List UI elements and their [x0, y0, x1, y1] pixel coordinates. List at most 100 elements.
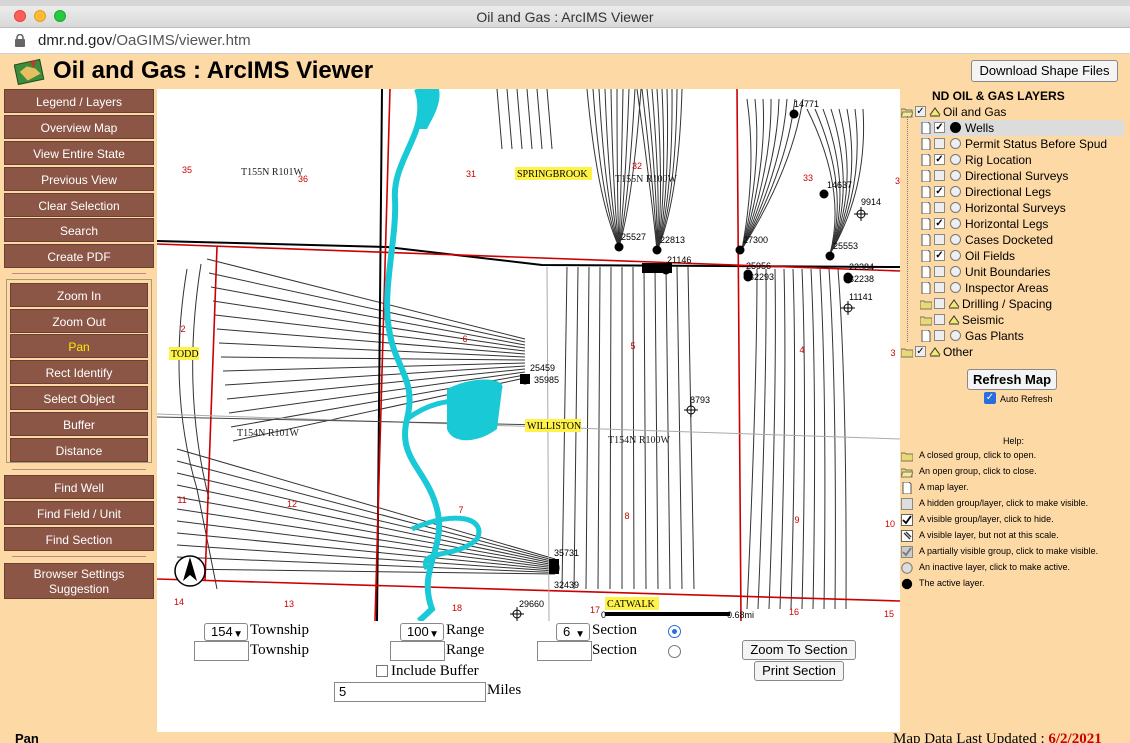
layer-active-radio[interactable]	[950, 250, 961, 261]
search-button[interactable]: Search	[4, 218, 154, 242]
layer-row-seismic[interactable]: Seismic	[919, 312, 1124, 328]
buffer-button[interactable]: Buffer	[10, 412, 148, 436]
layer-row-drilling-spacing[interactable]: Drilling / Spacing	[919, 296, 1124, 312]
legend-layers-button[interactable]: Legend / Layers	[4, 89, 154, 113]
layer-visibility-checkbox[interactable]	[934, 138, 945, 149]
layer-visibility-checkbox[interactable]: ✓	[934, 218, 945, 229]
refresh-map-button[interactable]: Refresh Map	[967, 369, 1057, 390]
section-select-radio[interactable]	[668, 625, 681, 638]
previous-view-button[interactable]: Previous View	[4, 167, 154, 191]
section-number: 31	[466, 169, 476, 179]
range-label: Range	[446, 622, 485, 638]
layer-row-oil-fields[interactable]: ✓ Oil Fields	[920, 248, 1124, 264]
layer-row-horizontal-surveys[interactable]: Horizontal Surveys	[920, 200, 1124, 216]
select-object-button[interactable]: Select Object	[10, 386, 148, 410]
group-visibility-checkbox[interactable]	[934, 298, 945, 309]
layer-active-radio[interactable]	[950, 170, 961, 181]
layer-active-radio[interactable]	[950, 154, 961, 165]
layer-visibility-checkbox[interactable]: ✓	[934, 186, 945, 197]
layer-active-radio[interactable]	[950, 202, 961, 213]
layer-row-gas-plants[interactable]: Gas Plants	[920, 328, 1124, 344]
view-entire-state-button[interactable]: View Entire State	[4, 141, 154, 165]
group-visibility-checkbox[interactable]	[934, 314, 945, 325]
range-text-input[interactable]	[390, 641, 445, 661]
zoom-out-button[interactable]: Zoom Out	[10, 309, 148, 333]
township-text-input[interactable]	[194, 641, 249, 661]
print-section-button[interactable]: Print Section	[754, 661, 844, 681]
find-well-button[interactable]: Find Well	[4, 475, 154, 499]
zoom-in-button[interactable]: Zoom In	[10, 283, 148, 307]
section-number: 32	[632, 161, 642, 171]
range-select[interactable]: 100 ▼	[400, 623, 444, 641]
layer-active-radio[interactable]	[950, 122, 961, 133]
layer-row-cases-docketed[interactable]: Cases Docketed	[920, 232, 1124, 248]
map-canvas[interactable]: 35363132333426543111278910141318171615T1…	[157, 89, 900, 621]
section-number: 16	[789, 607, 799, 617]
clear-selection-button[interactable]: Clear Selection	[4, 193, 154, 217]
zoom-to-section-button[interactable]: Zoom To Section	[742, 640, 856, 660]
layer-row-rig-location[interactable]: ✓ Rig Location	[920, 152, 1124, 168]
miles-label: Miles	[487, 682, 522, 698]
layer-visibility-checkbox[interactable]	[934, 234, 945, 245]
layer-visibility-checkbox[interactable]	[934, 282, 945, 293]
rect-identify-button[interactable]: Rect Identify	[10, 360, 148, 384]
folder-icon[interactable]	[919, 298, 933, 310]
layer-visibility-checkbox[interactable]	[934, 266, 945, 277]
horizontal-leg-line	[654, 266, 659, 590]
layer-active-radio[interactable]	[950, 186, 961, 197]
layer-visibility-checkbox[interactable]: ✓	[934, 250, 945, 261]
horizontal-leg-line	[616, 89, 620, 248]
layer-row-unit-boundaries[interactable]: Unit Boundaries	[920, 264, 1124, 280]
well-label: 22813	[660, 235, 685, 245]
layer-row-horizontal-legs[interactable]: ✓ Horizontal Legs	[920, 216, 1124, 232]
layer-row-other[interactable]: ✓ Other	[900, 344, 1124, 360]
create-pdf-button[interactable]: Create PDF	[4, 244, 154, 268]
group-visibility-checkbox[interactable]: ✓	[915, 106, 926, 117]
layer-active-radio[interactable]	[950, 138, 961, 149]
layer-row-inspector-areas[interactable]: Inspector Areas	[920, 280, 1124, 296]
find-section-button[interactable]: Find Section	[4, 527, 154, 551]
layer-row-directional-surveys[interactable]: Directional Surveys	[920, 168, 1124, 184]
layer-visibility-checkbox[interactable]	[934, 330, 945, 341]
group-visibility-checkbox[interactable]: ✓	[915, 346, 926, 357]
horizontal-leg-line	[597, 266, 601, 590]
include-buffer-label: Include Buffer	[391, 663, 479, 679]
find-field-unit-button[interactable]: Find Field / Unit	[4, 501, 154, 525]
layer-active-radio[interactable]	[950, 282, 961, 293]
layer-visibility-checkbox[interactable]: ✓	[934, 122, 945, 133]
layer-active-radio[interactable]	[950, 234, 961, 245]
layer-row-wells[interactable]: ✓ Wells	[920, 120, 1124, 136]
well-dot	[825, 251, 835, 261]
map-svg[interactable]: 35363132333426543111278910141318171615T1…	[157, 89, 900, 621]
pan-button[interactable]: Pan	[10, 334, 148, 358]
download-shape-files-button[interactable]: Download Shape Files	[971, 60, 1118, 82]
layer-row-permit-status-before-spud[interactable]: Permit Status Before Spud	[920, 136, 1124, 152]
app-title: Oil and Gas : ArcIMS Viewer	[53, 57, 374, 84]
address-bar[interactable]: dmr.nd.gov/OaGIMS/viewer.htm	[0, 28, 1130, 54]
layer-visibility-checkbox[interactable]	[934, 202, 945, 213]
township-select[interactable]: 154 ▼	[204, 623, 248, 641]
help-text: A closed group, click to open.	[919, 450, 1037, 460]
folder-icon[interactable]	[900, 346, 914, 358]
section-text-input[interactable]	[537, 641, 592, 661]
layer-row-directional-legs[interactable]: ✓ Directional Legs	[920, 184, 1124, 200]
section-text-radio[interactable]	[668, 645, 681, 658]
layer-visibility-checkbox[interactable]: ✓	[934, 154, 945, 165]
folder-icon[interactable]	[919, 314, 933, 326]
buffer-miles-input[interactable]: 5	[334, 682, 486, 702]
layers-title: ND OIL & GAS LAYERS	[932, 89, 1065, 103]
layer-name: Directional Legs	[965, 185, 1052, 199]
well-label: 27300	[743, 235, 768, 245]
section-search-panel: 154 ▼ Township Township 100 ▼ Range Range …	[157, 621, 900, 732]
section-select[interactable]: 6 ▼	[556, 623, 590, 641]
auto-refresh-checkbox[interactable]: ✓	[984, 392, 996, 404]
browser-settings-suggestion-button[interactable]: Browser Settings Suggestion	[4, 563, 154, 599]
layer-active-radio[interactable]	[950, 330, 961, 341]
distance-button[interactable]: Distance	[10, 438, 148, 462]
layer-active-radio[interactable]	[950, 218, 961, 229]
overview-map-button[interactable]: Overview Map	[4, 115, 154, 139]
include-buffer-checkbox[interactable]	[376, 665, 388, 677]
layer-row-oil-and-gas[interactable]: ✓ Oil and Gas	[900, 104, 1124, 120]
layer-active-radio[interactable]	[950, 266, 961, 277]
layer-visibility-checkbox[interactable]	[934, 170, 945, 181]
